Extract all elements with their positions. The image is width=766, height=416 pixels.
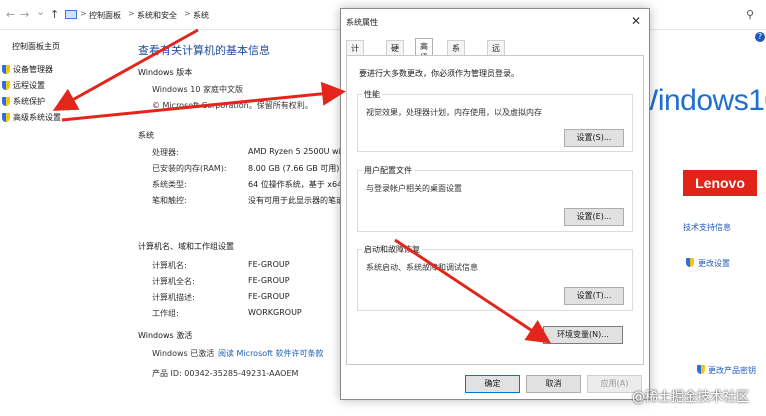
system-protection-link[interactable]: 系统保护 [13,96,45,107]
watermark-text: @稀土掘金技术社区 [632,390,750,405]
processor-label: 处理器: [152,148,179,157]
description-label: 计算机描述: [152,293,195,302]
windows10-logo: Windows10 [630,84,766,117]
edition-heading: Windows 版本 [138,68,193,77]
full-name-value: FE-GROUP [248,276,290,285]
breadcrumb-system-security[interactable]: 系统和安全 [137,10,177,21]
up-arrow-icon[interactable]: ↑ [50,8,59,21]
breadcrumb-separator: > [80,9,87,18]
activation-heading: Windows 激活 [138,331,193,340]
search-icon[interactable]: ⚲ [746,8,754,21]
breadcrumb-control-panel[interactable]: 控制面板 [89,10,121,21]
close-icon[interactable]: ✕ [631,14,641,28]
system-heading: 系统 [138,131,154,140]
control-panel-icon [65,10,77,19]
shield-icon [2,113,10,122]
startup-recovery-settings-button[interactable]: 设置(T)... [564,287,624,305]
advanced-tab-panel: 要进行大多数更改，你必须作为管理员登录。 性能 视觉效果，处理器计划，内存使用，… [346,55,644,365]
change-settings-link[interactable]: 更改设置 [698,258,730,269]
performance-title: 性能 [362,89,382,100]
computer-name-label: 计算机名: [152,261,187,270]
startup-recovery-desc: 系统启动、系统故障和调试信息 [366,263,478,272]
workgroup-label: 工作组: [152,309,179,318]
forward-arrow-icon[interactable]: → [20,8,29,21]
performance-settings-button[interactable]: 设置(S)... [564,129,624,147]
network-heading: 计算机名、域和工作组设置 [138,242,234,251]
ram-label: 已安装的内存(RAM): [152,164,227,173]
system-properties-dialog: 系统属性 ✕ 计算机名 硬件 高级 系统保护 远程 要进行大多数更改，你必须作为… [340,8,650,400]
system-type-label: 系统类型: [152,180,187,189]
shield-icon [697,365,705,374]
breadcrumb-separator: > [128,9,135,18]
copyright-text: © Microsoft Corporation。保留所有权利。 [152,101,313,110]
workgroup-value: WORKGROUP [248,308,302,317]
device-manager-link[interactable]: 设备管理器 [13,64,53,75]
change-product-key-link[interactable]: 更改产品密钥 [708,365,756,376]
computer-name-value: FE-GROUP [248,260,290,269]
dialog-title: 系统属性 [346,18,378,27]
breadcrumb-separator: > [184,9,191,18]
product-id: 产品 ID: 00342-35285-49231-AAOEM [152,369,299,378]
breadcrumb-system[interactable]: 系统 [193,10,209,21]
left-navigation: 控制面板主页 设备管理器 远程设置 系统保护 高级系统设置 [0,30,125,416]
edition-value: Windows 10 家庭中文版 [152,85,243,94]
ok-button[interactable]: 确定 [465,375,520,393]
lenovo-logo: Lenovo [683,170,757,196]
license-terms-link[interactable]: 阅读 Microsoft 软件许可条款 [218,348,324,359]
shield-icon [2,65,10,74]
advanced-system-settings-link[interactable]: 高级系统设置 [13,112,61,123]
startup-recovery-group: 启动和故障恢复 系统启动、系统故障和调试信息 设置(T)... [357,244,633,311]
user-profiles-group: 用户配置文件 与登录帐户相关的桌面设置 设置(E)... [357,165,633,232]
activation-status: Windows 已激活 [152,349,215,358]
admin-note: 要进行大多数更改，你必须作为管理员登录。 [359,69,519,78]
recent-dropdown-icon[interactable]: ⌄ [36,5,45,18]
shield-icon [2,97,10,106]
user-profiles-title: 用户配置文件 [362,165,414,176]
pen-touch-label: 笔和触控: [152,196,187,205]
control-panel-home-link[interactable]: 控制面板主页 [12,41,60,52]
back-arrow-icon[interactable]: ← [6,8,15,21]
full-name-label: 计算机全名: [152,277,195,286]
user-profiles-settings-button[interactable]: 设置(E)... [564,208,624,226]
shield-icon [2,81,10,90]
page-title: 查看有关计算机的基本信息 [138,44,270,57]
user-profiles-desc: 与登录帐户相关的桌面设置 [366,184,462,193]
remote-settings-link[interactable]: 远程设置 [13,80,45,91]
environment-variables-button[interactable]: 环境变量(N)... [543,326,623,344]
tab-system-protection[interactable]: 系统保护 [447,40,465,86]
tab-advanced[interactable]: 高级 [415,38,433,62]
tab-hardware[interactable]: 硬件 [386,40,404,64]
shield-icon [686,258,694,267]
tab-remote[interactable]: 远程 [487,40,505,64]
cancel-button[interactable]: 取消 [526,375,581,393]
startup-recovery-title: 启动和故障恢复 [362,244,422,255]
ram-value: 8.00 GB (7.66 GB 可用) [248,164,340,173]
description-value: FE-GROUP [248,292,290,301]
performance-group: 性能 视觉效果，处理器计划，内存使用，以及虚拟内存 设置(S)... [357,89,633,152]
help-icon[interactable]: ? [755,32,765,42]
support-info-link[interactable]: 技术支持信息 [683,222,731,233]
tab-computer-name[interactable]: 计算机名 [346,40,364,86]
performance-desc: 视觉效果，处理器计划，内存使用，以及虚拟内存 [366,108,542,117]
